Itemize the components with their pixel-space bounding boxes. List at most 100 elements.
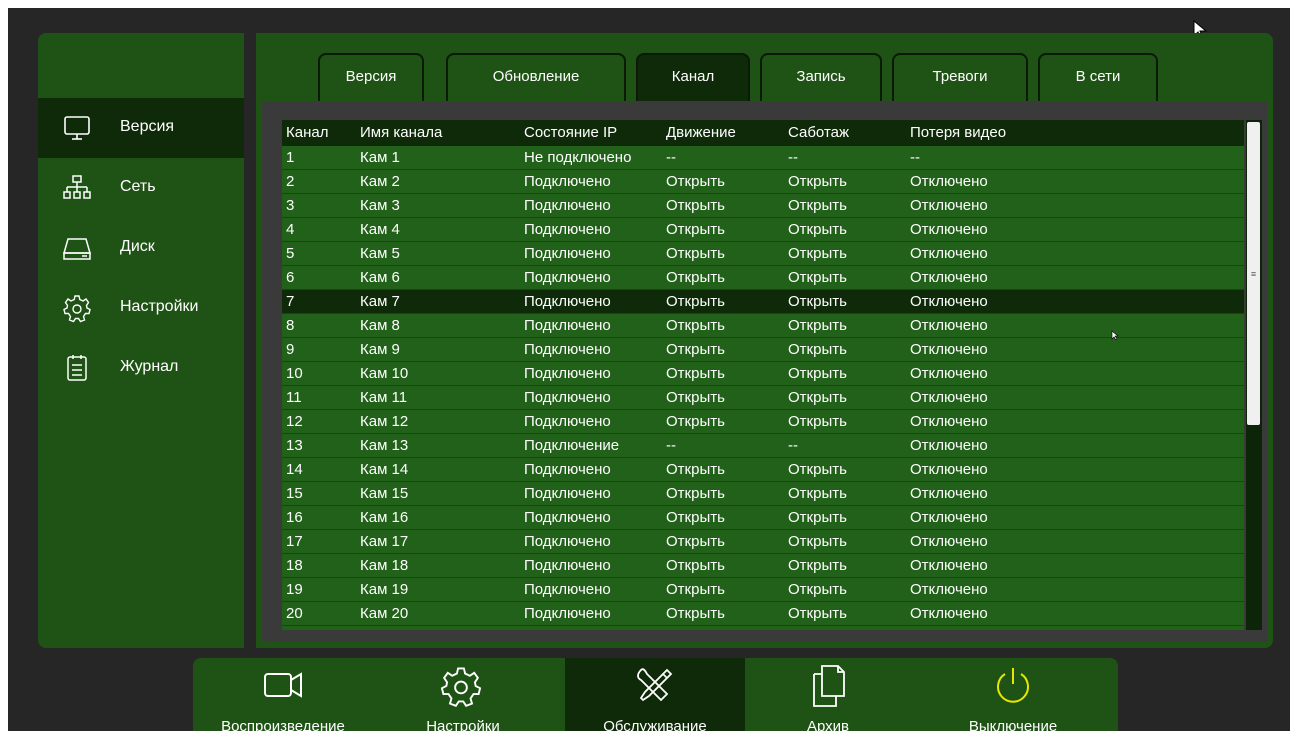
- channel-name: Кам 15: [360, 485, 409, 502]
- tamper-status: Открыть: [788, 533, 847, 550]
- video-loss-status: Отключено: [910, 317, 988, 334]
- column-header[interactable]: Потеря видео: [910, 120, 1006, 146]
- video-loss-status: Отключено: [910, 197, 988, 214]
- channel-number: 12: [286, 413, 303, 430]
- tamper-status: --: [788, 437, 798, 454]
- video-loss-status: Отключено: [910, 485, 988, 502]
- channel-number: 16: [286, 509, 303, 526]
- bottom-item-label: Выключение: [968, 718, 1058, 731]
- tab-online[interactable]: В сети: [1038, 53, 1158, 101]
- sidebar-item-label: Сеть: [120, 178, 156, 195]
- channel-name: Кам 13: [360, 437, 409, 454]
- tab-record[interactable]: Запись: [760, 53, 882, 101]
- motion-status: Открыть: [666, 365, 725, 382]
- ip-status: Подключено: [524, 557, 611, 574]
- motion-status: --: [666, 437, 676, 454]
- tab-alarms[interactable]: Тревоги: [892, 53, 1028, 101]
- table-row[interactable]: 3 Кам 3 Подключено Открыть Открыть Отключено: [282, 194, 1244, 218]
- channel-number: 6: [286, 269, 295, 286]
- channel-number: 1: [286, 149, 295, 166]
- table-row[interactable]: 11 Кам 11 Подключено Открыть Открыть Отключен…: [282, 386, 1244, 410]
- table-row[interactable]: 14 Кам 14 Подключено Открыть Открыть Отключен…: [282, 458, 1244, 482]
- column-header[interactable]: Канал: [286, 120, 328, 146]
- column-header[interactable]: Саботаж: [788, 120, 849, 146]
- tab-update[interactable]: Обновление: [446, 53, 626, 101]
- motion-status: --: [666, 149, 676, 166]
- sidebar-item-label: Диск: [120, 238, 155, 255]
- bottom-item-playback[interactable]: Воспроизведение: [193, 658, 373, 731]
- bottom-item-power[interactable]: Выключение: [923, 658, 1103, 731]
- table-row[interactable]: 16 Кам 16 Подключено Открыть Открыть Отключен…: [282, 506, 1244, 530]
- table-row[interactable]: 1 Кам 1 Не подключено -- -- --: [282, 146, 1244, 170]
- table-row[interactable]: 8 Кам 8 Подключено Открыть Открыть Отключено: [282, 314, 1244, 338]
- motion-status: Открыть: [666, 557, 725, 574]
- sidebar-item-disk[interactable]: Диск: [38, 218, 244, 278]
- scrollbar[interactable]: ≡: [1246, 120, 1262, 630]
- tab-channel[interactable]: Канал: [636, 53, 750, 101]
- motion-status: Открыть: [666, 269, 725, 286]
- motion-status: Открыть: [666, 605, 725, 622]
- table-row[interactable]: 4 Кам 4 Подключено Открыть Открыть Отключено: [282, 218, 1244, 242]
- motion-status: Открыть: [666, 509, 725, 526]
- sidebar-item-version[interactable]: Версия: [38, 98, 244, 158]
- sidebar-item-network[interactable]: Сеть: [38, 158, 244, 218]
- column-header[interactable]: Состояние IP: [524, 120, 617, 146]
- table-row[interactable]: 17 Кам 17 Подключено Открыть Открыть Отключен…: [282, 530, 1244, 554]
- table-row[interactable]: 9 Кам 9 Подключено Открыть Открыть Отключено: [282, 338, 1244, 362]
- camera-icon: [264, 672, 302, 698]
- tamper-status: Открыть: [788, 269, 847, 286]
- table-row[interactable]: 19 Кам 19 Подключено Открыть Открыть Отключен…: [282, 578, 1244, 602]
- table-row[interactable]: 15 Кам 15 Подключено Открыть Открыть Отключен…: [282, 482, 1244, 506]
- gear-icon: [63, 295, 91, 323]
- table-row[interactable]: 12 Кам 12 Подключено Открыть Открыть Отключен…: [282, 410, 1244, 434]
- scrollbar-thumb[interactable]: ≡: [1247, 122, 1260, 425]
- bottom-item-settings[interactable]: Настройки: [373, 658, 553, 731]
- table-row[interactable]: 20 Кам 20 Подключено Открыть Открыть Отключен…: [282, 602, 1244, 626]
- channel-name: Кам 3: [360, 197, 400, 214]
- motion-status: Открыть: [666, 245, 725, 262]
- channel-name: Кам 9: [360, 341, 400, 358]
- channel-number: 10: [286, 365, 303, 382]
- ip-status: Не подключено: [524, 149, 632, 166]
- channel-number: 8: [286, 317, 295, 334]
- motion-status: Открыть: [666, 341, 725, 358]
- motion-status: Открыть: [666, 293, 725, 310]
- video-loss-status: Отключено: [910, 389, 988, 406]
- tamper-status: Открыть: [788, 413, 847, 430]
- ip-status: Подключено: [524, 389, 611, 406]
- channel-number: 19: [286, 581, 303, 598]
- motion-status: Открыть: [666, 533, 725, 550]
- ip-status: Подключено: [524, 509, 611, 526]
- ip-status: Подключено: [524, 341, 611, 358]
- channel-table: Канал Имя канала Состояние IP Движение С…: [282, 120, 1244, 630]
- bottom-item-maintenance[interactable]: Обслуживание: [565, 658, 745, 731]
- main-panel: Версия Обновление Канал Запись Тревоги В…: [256, 33, 1273, 648]
- bottom-item-archive[interactable]: Архив: [753, 658, 903, 731]
- tab-bar: Версия Обновление Канал Запись Тревоги В…: [256, 33, 1273, 103]
- table-row[interactable]: 13 Кам 13 Подключение -- -- Отключено: [282, 434, 1244, 458]
- table-row[interactable]: 10 Кам 10 Подключено Открыть Открыть Отключен…: [282, 362, 1244, 386]
- channel-name: Кам 17: [360, 533, 409, 550]
- column-header[interactable]: Движение: [666, 120, 736, 146]
- table-row[interactable]: 2 Кам 2 Подключено Открыть Открыть Отключено: [282, 170, 1244, 194]
- video-loss-status: Отключено: [910, 437, 988, 454]
- sidebar-item-settings[interactable]: Настройки: [38, 278, 244, 338]
- column-header[interactable]: Имя канала: [360, 120, 442, 146]
- sidebar-item-log[interactable]: Журнал: [38, 338, 244, 398]
- tamper-status: Открыть: [788, 245, 847, 262]
- tab-version[interactable]: Версия: [318, 53, 424, 101]
- tamper-status: Открыть: [788, 485, 847, 502]
- table-row[interactable]: 7 Кам 7 Подключено Открыть Открыть Отключено: [282, 290, 1244, 314]
- table-row[interactable]: 5 Кам 5 Подключено Открыть Открыть Отключено: [282, 242, 1244, 266]
- channel-name: Кам 14: [360, 461, 409, 478]
- video-loss-status: Отключено: [910, 533, 988, 550]
- ip-status: Подключено: [524, 221, 611, 238]
- video-loss-status: Отключено: [910, 173, 988, 190]
- channel-number: 7: [286, 293, 295, 310]
- channel-number: 14: [286, 461, 303, 478]
- tamper-status: Открыть: [788, 461, 847, 478]
- table-row[interactable]: 18 Кам 18 Подключено Открыть Открыть Отключен…: [282, 554, 1244, 578]
- channel-number: 18: [286, 557, 303, 574]
- table-row[interactable]: 6 Кам 6 Подключено Открыть Открыть Отключено: [282, 266, 1244, 290]
- power-icon: [997, 668, 1029, 703]
